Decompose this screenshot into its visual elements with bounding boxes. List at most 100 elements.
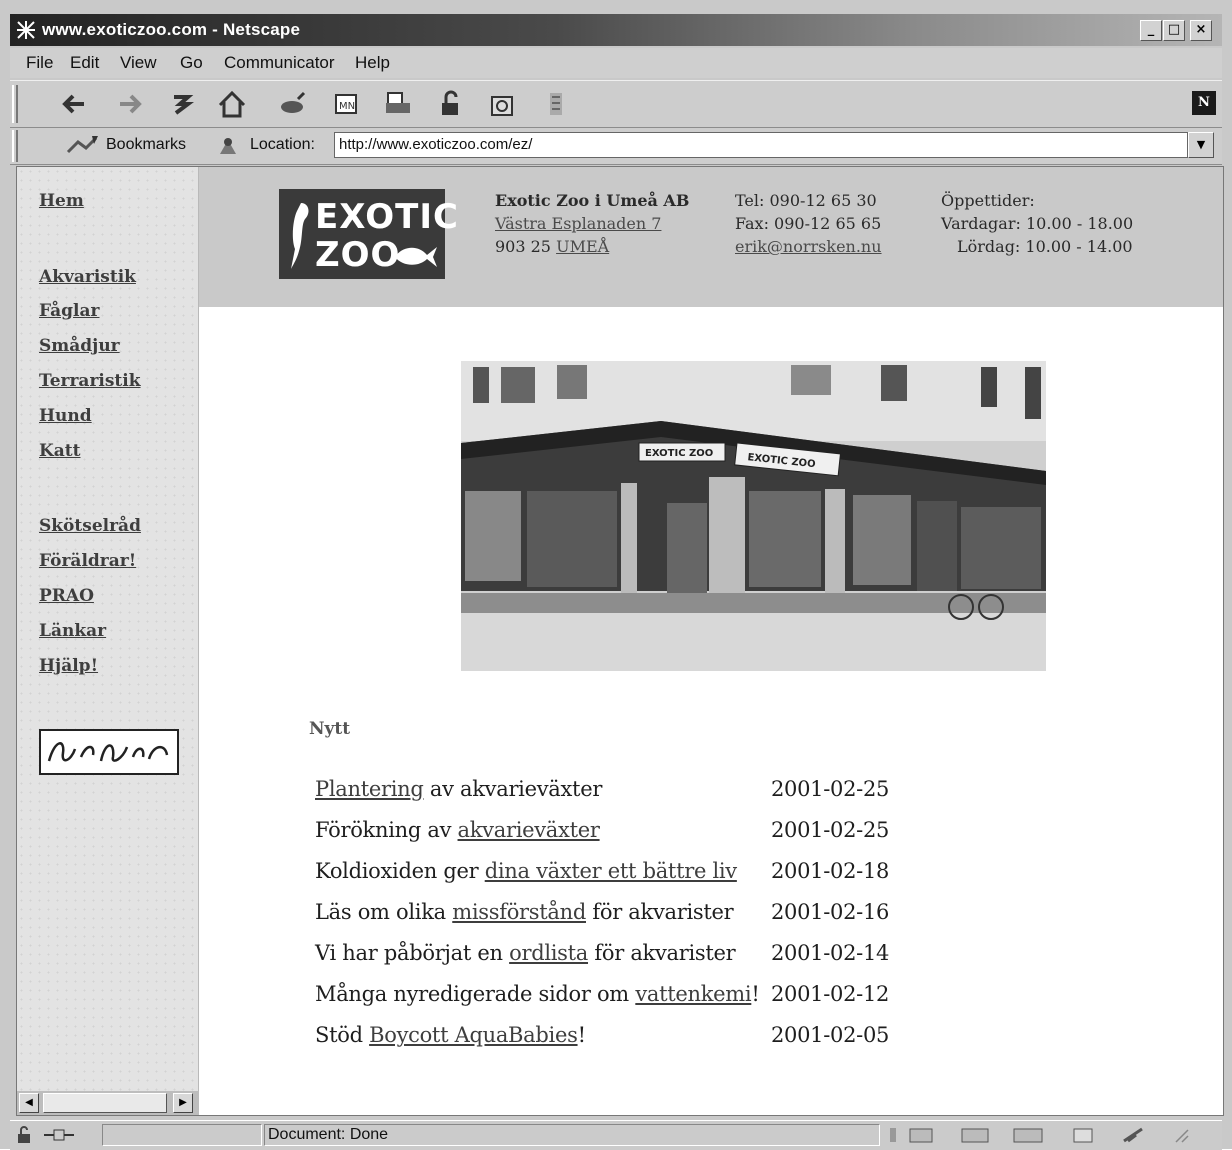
close-button[interactable]: × <box>1190 20 1212 41</box>
nav-link-skotselrad[interactable]: Skötselråd <box>39 516 141 536</box>
reload-icon[interactable] <box>166 89 198 119</box>
scroll-left-button[interactable]: ◀ <box>19 1093 39 1113</box>
banner-lettering-image <box>47 742 169 762</box>
location-icon[interactable] <box>216 134 240 158</box>
news-item: Vi har påbörjat en ordlista för akvarist… <box>315 941 1015 977</box>
svg-text:MN: MN <box>339 101 355 112</box>
nav-link-smadjur[interactable]: Smådjur <box>39 336 120 356</box>
menu-edit[interactable]: Edit <box>70 53 99 73</box>
hours-title: Öppettider: <box>941 191 1035 210</box>
forward-icon[interactable] <box>114 89 146 119</box>
nav-link-terraristik[interactable]: Terraristik <box>39 371 141 391</box>
nav-link-prao[interactable]: PRAO <box>39 586 94 606</box>
netscape-logo-icon <box>17 21 35 39</box>
news-text: av akvarieväxter <box>423 777 603 801</box>
toolbar-grip[interactable] <box>12 85 18 123</box>
minimize-button[interactable]: _ <box>1140 20 1162 41</box>
stop-icon[interactable] <box>540 89 572 119</box>
menu-file[interactable]: File <box>26 53 53 73</box>
print-icon[interactable] <box>382 89 414 119</box>
postcode: 903 25 <box>495 237 551 256</box>
nav-link-hem[interactable]: Hem <box>39 191 84 211</box>
progress-panel <box>102 1124 262 1146</box>
news-link[interactable]: Plantering <box>315 777 424 801</box>
news-item: Stöd Boycott AquaBabies! 2001-02-05 <box>315 1023 1015 1059</box>
news-date: 2001-02-12 <box>771 982 890 1006</box>
city-link[interactable]: UMEÅ <box>556 237 609 256</box>
news-text: Många nyredigerade sidor om <box>315 982 636 1006</box>
logo-line-zoo: ZOO <box>315 235 401 275</box>
news-date: 2001-02-14 <box>771 941 890 965</box>
netscape-guide-icon[interactable]: MN <box>330 89 362 119</box>
menu-communicator[interactable]: Communicator <box>224 53 335 73</box>
nav-link-akvaristik[interactable]: Akvaristik <box>39 267 136 287</box>
menu-go[interactable]: Go <box>180 53 203 73</box>
parrot-icon <box>291 203 309 269</box>
news-link[interactable]: dina växter ett bättre liv <box>485 859 737 883</box>
nav-link-foraldrar[interactable]: Föräldrar! <box>39 551 136 571</box>
news-date: 2001-02-25 <box>771 777 890 801</box>
contact-block: Tel: 090-12 65 30 Fax: 090-12 65 65 erik… <box>735 189 882 258</box>
news-heading: Nytt <box>309 719 351 739</box>
nav-link-lankar[interactable]: Länkar <box>39 621 106 641</box>
news-text: för akvarister <box>586 900 734 924</box>
scroll-right-button[interactable]: ▶ <box>173 1093 193 1113</box>
news-text: ! <box>751 982 760 1006</box>
fax-number: Fax: 090-12 65 65 <box>735 214 882 233</box>
news-text: ! <box>577 1023 586 1047</box>
status-text: Document: Done <box>268 1126 389 1143</box>
location-grip[interactable] <box>12 130 18 162</box>
search-icon[interactable] <box>276 89 308 119</box>
menu-bar: File Edit View Go Communicator Help <box>10 48 1222 78</box>
menu-view[interactable]: View <box>120 53 157 73</box>
company-name: Exotic Zoo i Umeå AB <box>495 191 690 210</box>
location-toolbar: Bookmarks Location: http://www.exoticzoo… <box>10 128 1222 165</box>
nav-link-katt[interactable]: Katt <box>39 441 81 461</box>
netscape-n-icon[interactable]: N <box>1192 91 1216 115</box>
exotic-zoo-logo[interactable]: EXOTIC ZOO <box>279 189 458 279</box>
sidebar-horizontal-scrollbar[interactable]: ◀ ▶ <box>17 1091 199 1115</box>
news-link[interactable]: Boycott AquaBabies <box>369 1023 578 1047</box>
shop-sign-left: EXOTIC ZOO <box>645 448 713 459</box>
news-text: Förökning av <box>315 818 458 842</box>
nav-link-hund[interactable]: Hund <box>39 406 92 426</box>
component-bar-icons[interactable] <box>890 1126 1190 1144</box>
scroll-thumb[interactable] <box>43 1093 167 1113</box>
browser-window: www.exoticzoo.com - Netscape _ □ × File … <box>0 0 1232 1150</box>
street-link[interactable]: Västra Esplanaden 7 <box>495 212 689 235</box>
window-title: www.exoticzoo.com - Netscape <box>42 20 301 39</box>
bookmarks-icon[interactable] <box>66 134 102 158</box>
bookmarks-button[interactable]: Bookmarks <box>106 136 186 154</box>
nav-link-faglar[interactable]: Fåglar <box>39 301 99 321</box>
storefront-photo: EXOTIC ZOO EXOTIC ZOO <box>461 361 1046 671</box>
news-item: Läs om olika missförstånd för akvarister… <box>315 900 1015 936</box>
home-icon[interactable] <box>216 89 248 119</box>
opening-hours-block: Öppettider: Vardagar: 10.00 - 18.00 Lörd… <box>941 189 1133 258</box>
nav-link-hjalp[interactable]: Hjälp! <box>39 656 98 676</box>
title-bar: www.exoticzoo.com - Netscape _ □ × <box>10 14 1222 46</box>
menu-help[interactable]: Help <box>355 53 390 73</box>
connection-icon[interactable] <box>42 1126 76 1144</box>
shop-icon[interactable] <box>486 89 518 119</box>
location-label: Location: <box>250 136 315 153</box>
maximize-button[interactable]: □ <box>1163 20 1185 41</box>
url-input[interactable]: http://www.exoticzoo.com/ez/ <box>334 132 1188 158</box>
news-text: Stöd <box>315 1023 370 1047</box>
news-text: Vi har påbörjat en <box>315 941 510 965</box>
news-link[interactable]: akvarieväxter <box>458 818 600 842</box>
back-icon[interactable] <box>58 89 90 119</box>
news-item: Koldioxiden ger dina växter ett bättre l… <box>315 859 1015 895</box>
news-link[interactable]: missförstånd <box>452 900 586 924</box>
security-icon[interactable] <box>434 89 466 119</box>
security-lock-icon[interactable] <box>16 1126 38 1144</box>
logo-line-exotic: EXOTIC <box>315 197 459 237</box>
news-date: 2001-02-18 <box>771 859 890 883</box>
news-text: Koldioxiden ger <box>315 859 485 883</box>
email-link[interactable]: erik@norrsken.nu <box>735 235 882 258</box>
ad-banner-logo[interactable] <box>39 729 179 775</box>
page-header: EXOTIC ZOO Exotic Zoo i Umeå AB Västra E… <box>199 167 1223 307</box>
news-link[interactable]: ordlista <box>509 941 588 965</box>
news-link[interactable]: vattenkemi <box>635 982 751 1006</box>
news-date: 2001-02-25 <box>771 818 890 842</box>
url-dropdown-button[interactable]: ▼ <box>1188 132 1214 158</box>
